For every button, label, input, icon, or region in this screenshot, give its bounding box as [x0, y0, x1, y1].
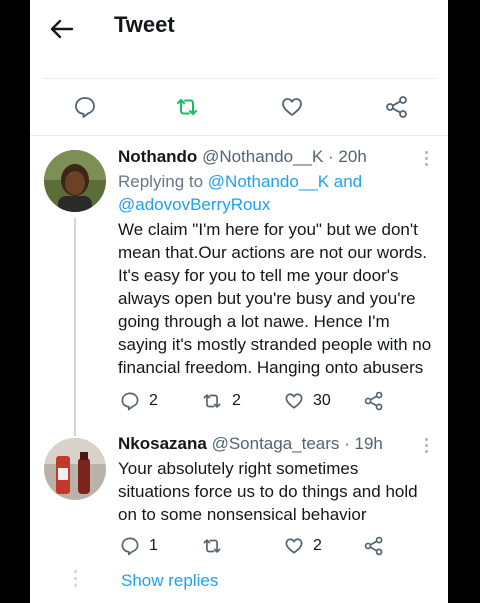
top-app-bar: Tweet	[30, 0, 448, 58]
tweet-text: We claim "I'm here for you" but we don't…	[118, 218, 431, 379]
replying-to: Replying to @Nothando__K and @adovovBerr…	[118, 170, 362, 216]
show-replies-link[interactable]: Show replies	[121, 571, 218, 591]
tweet-header: Nothando @Nothando__K · 20h	[118, 147, 367, 167]
like-button[interactable]: 30	[283, 390, 331, 412]
tweet-text-line: on to some nonsensical behavior	[118, 505, 367, 524]
reply-icon[interactable]	[72, 94, 98, 120]
mention-link[interactable]: @adovovBerryRoux	[118, 195, 270, 214]
like-icon	[285, 393, 303, 409]
reply-button[interactable]: 1	[119, 535, 158, 557]
replying-and: and	[333, 172, 363, 191]
avatar[interactable]	[44, 150, 106, 212]
mention-link[interactable]: @Nothando__K	[208, 172, 329, 191]
like-button[interactable]: 2	[283, 535, 322, 557]
arrow-left-icon[interactable]	[46, 14, 76, 44]
like-count: 2	[313, 537, 322, 554]
like-icon	[285, 538, 303, 554]
avatar-photo	[44, 438, 106, 500]
reply-count: 2	[149, 392, 158, 409]
retweet-icon[interactable]	[174, 94, 200, 120]
tweet-text-line: financial freedom. Hanging onto abusers	[118, 358, 424, 377]
retweet-button[interactable]: 2	[200, 390, 241, 412]
share-icon[interactable]	[384, 94, 410, 120]
thread-dots	[74, 570, 77, 591]
retweet-count: 2	[232, 392, 241, 409]
tweet-text: Your absolutely right sometimes situatio…	[118, 457, 418, 526]
reply-count: 1	[149, 537, 158, 554]
author-handle[interactable]: @Nothando__K	[202, 147, 323, 166]
retweet-button[interactable]	[200, 535, 232, 557]
tweet-text-line: saying it's mostly stranded people with …	[118, 335, 432, 354]
main-tweet-action-bar	[30, 84, 448, 130]
avatar[interactable]	[44, 438, 106, 500]
share-icon	[364, 391, 383, 411]
reply-button[interactable]: 2	[119, 390, 158, 412]
like-count: 30	[313, 392, 331, 409]
more-options-icon[interactable]	[425, 438, 431, 456]
tweet-text-line: always open but you're busy and you're	[118, 289, 416, 308]
more-options-icon[interactable]	[425, 151, 431, 169]
page-title: Tweet	[114, 12, 175, 37]
divider	[30, 135, 448, 136]
tweet-text-line: going through a lot nawe. Hence I'm	[118, 312, 390, 331]
reply-icon	[121, 537, 139, 556]
tweet-text-line: mean that.Our actions are not our words.	[118, 243, 427, 262]
timestamp: · 19h	[344, 434, 383, 453]
thread-line	[74, 218, 76, 436]
share-button[interactable]	[363, 390, 393, 412]
tweet-text-line: We claim "I'm here for you" but we don't	[118, 220, 418, 239]
timestamp: · 20h	[328, 147, 367, 166]
like-icon[interactable]	[279, 94, 305, 120]
divider	[42, 78, 436, 79]
share-button[interactable]	[363, 535, 393, 557]
share-icon	[364, 536, 383, 556]
reply-icon	[121, 392, 139, 411]
replying-label: Replying to	[118, 172, 204, 191]
tweet-text-line: situations force us to do things and hol…	[118, 482, 418, 501]
tweet-screen: Tweet Nothando @Nothando__K · 20h Replyi…	[30, 0, 448, 603]
tweet-text-line: Your absolutely right sometimes	[118, 459, 359, 478]
author-name[interactable]: Nkosazana	[118, 434, 207, 453]
tweet-text-line: It's easy for you to tell me your door's	[118, 266, 399, 285]
avatar-photo	[44, 150, 106, 212]
tweet-header: Nkosazana @Sontaga_tears · 19h	[118, 434, 383, 454]
retweet-icon	[203, 394, 221, 408]
author-handle[interactable]: @Sontaga_tears	[212, 434, 340, 453]
author-name[interactable]: Nothando	[118, 147, 197, 166]
retweet-icon	[203, 539, 221, 553]
